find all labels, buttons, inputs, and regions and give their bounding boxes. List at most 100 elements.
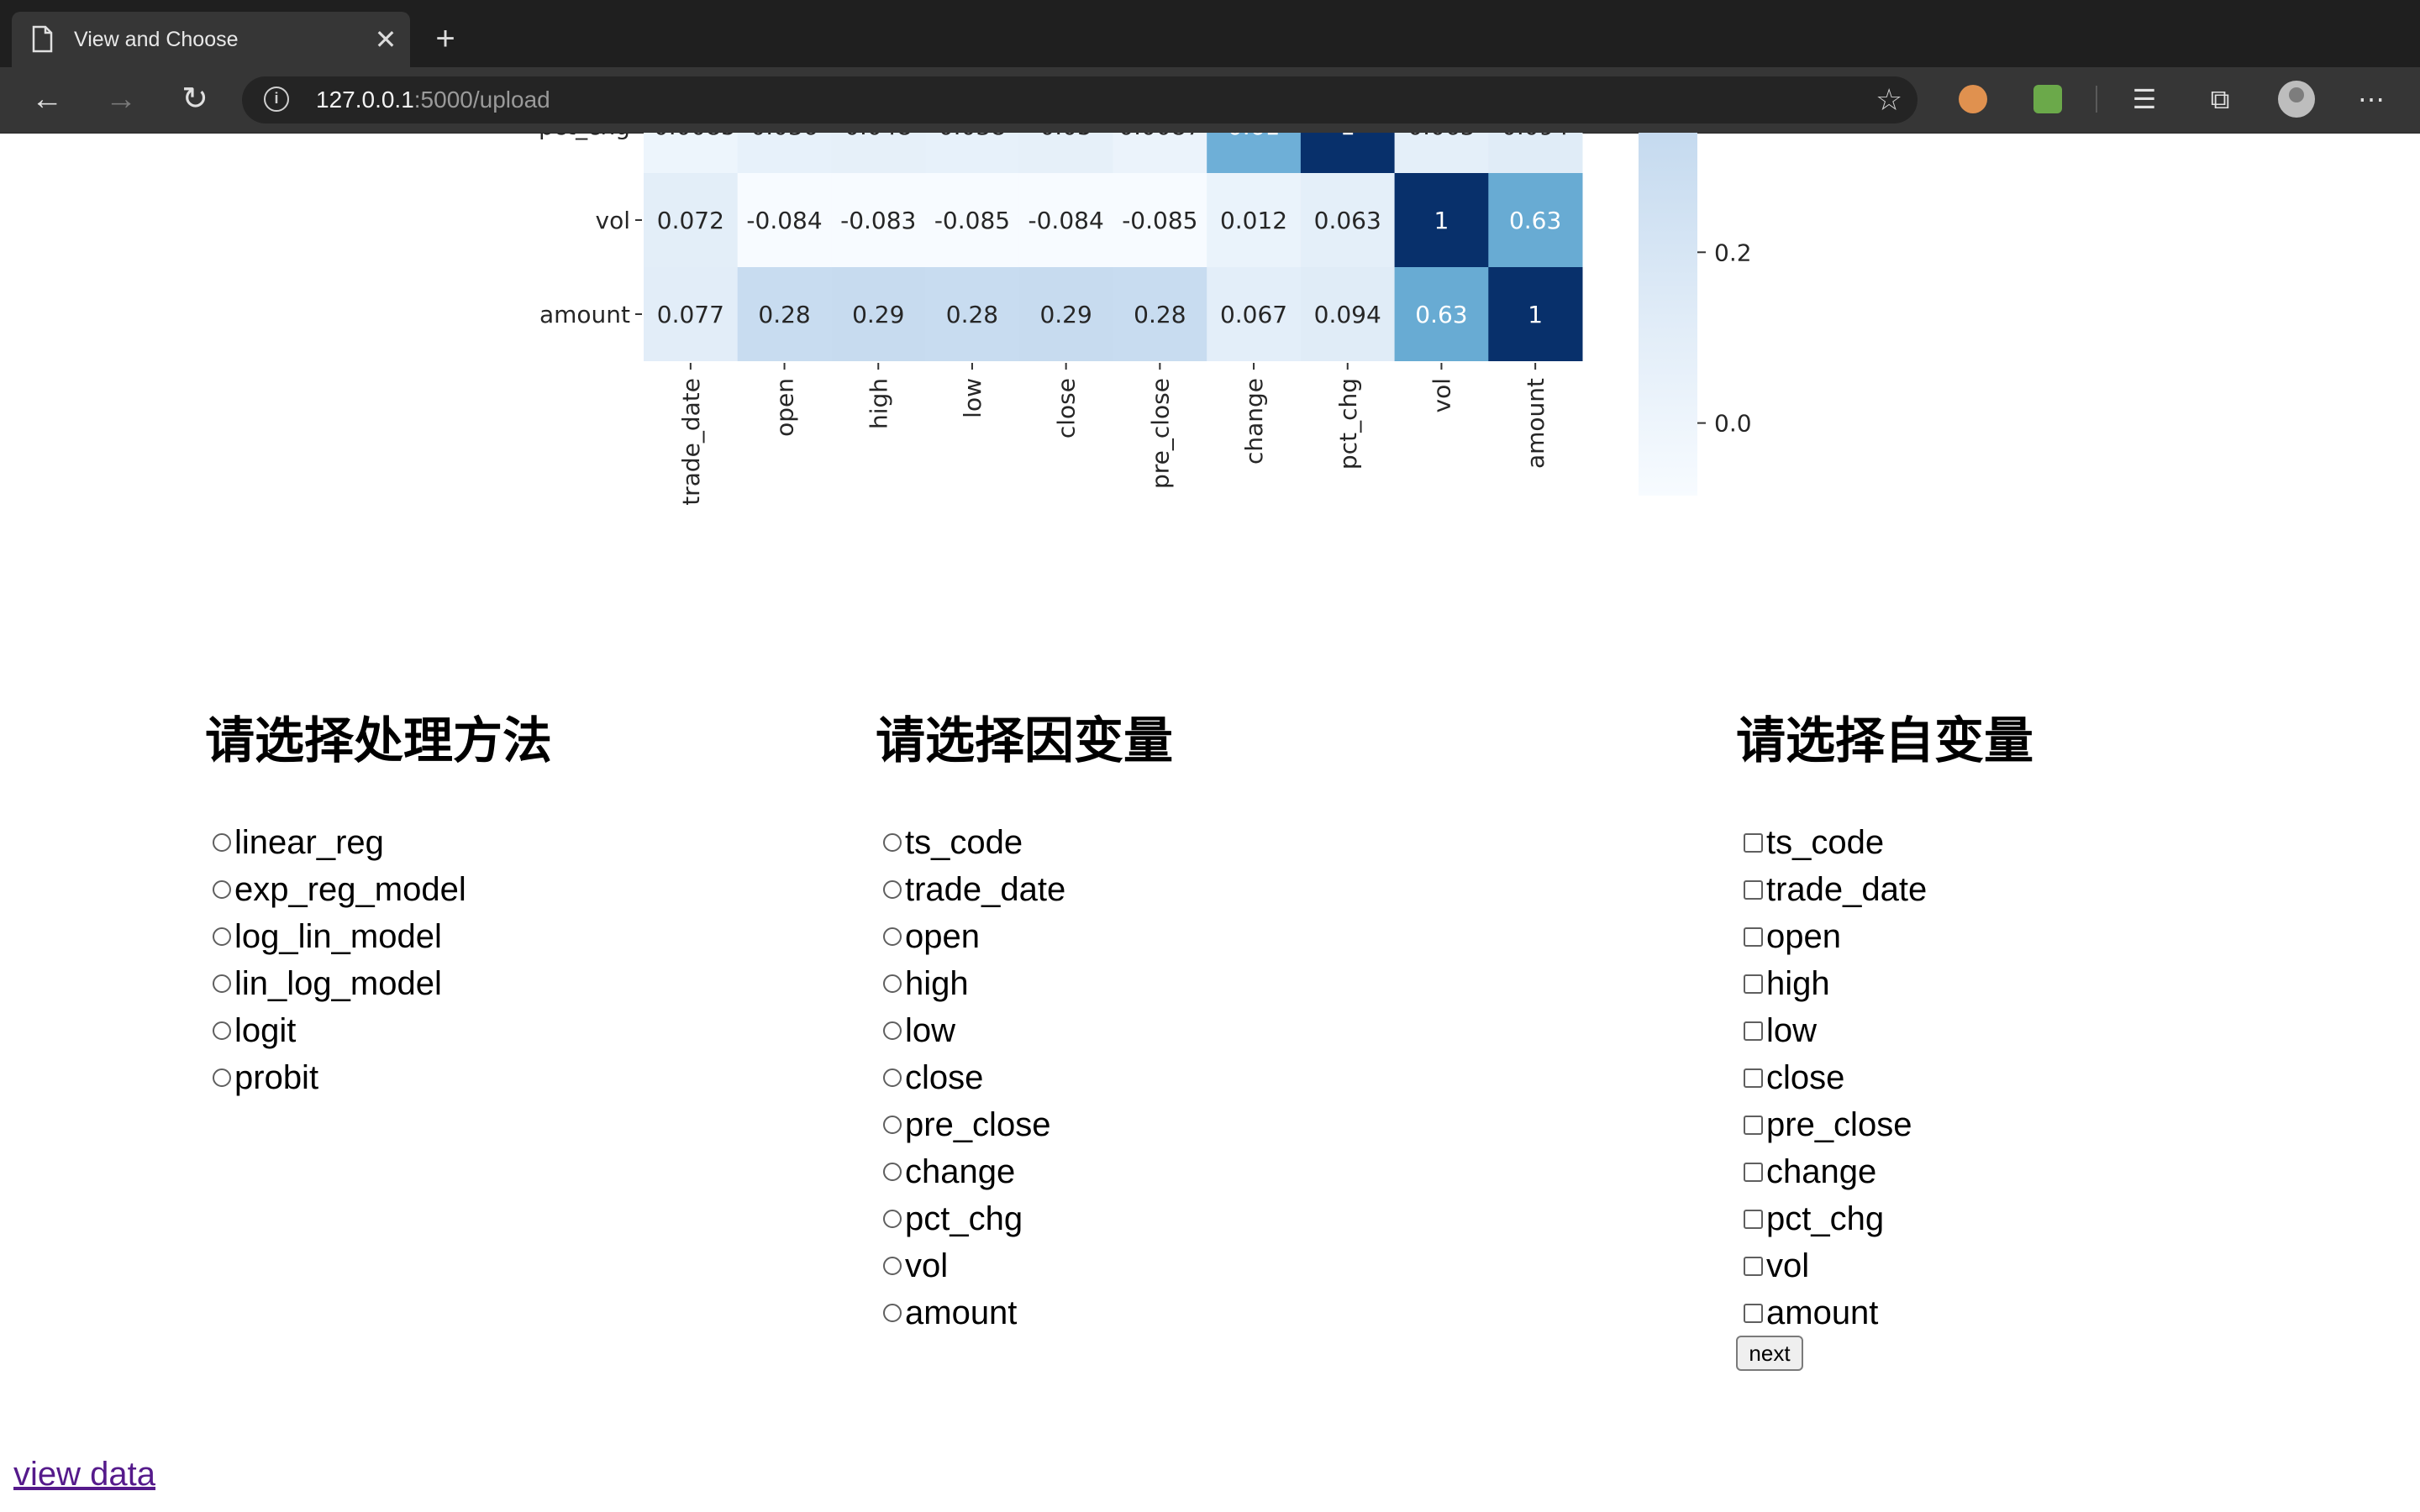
heatmap-cell-value: 0.048 [844, 133, 912, 140]
checkbox[interactable] [1744, 1303, 1763, 1323]
correlation-heatmap: -0.0085 0.036 0.048 0.038 0.05 0.0087 0.61 1 0.0… [539, 133, 1752, 506]
y-tick-label: amount [539, 301, 630, 328]
method-option[interactable]: probit [205, 1054, 318, 1101]
dependent-option[interactable]: pct_chg [876, 1195, 1023, 1242]
plus-icon[interactable]: + [429, 22, 462, 55]
dependent-option[interactable]: pre_close [876, 1101, 1050, 1148]
y-tick-label: vol [596, 207, 630, 234]
dependent-option[interactable]: open [876, 913, 980, 960]
radio-button[interactable] [213, 1021, 231, 1040]
checkbox[interactable] [1744, 927, 1763, 947]
dependent-option[interactable]: close [876, 1054, 983, 1101]
radio-button[interactable] [883, 1304, 902, 1322]
extension-icon[interactable] [2033, 85, 2062, 113]
extension-icon[interactable] [1959, 85, 1987, 113]
radio-button[interactable] [883, 880, 902, 899]
radio-button[interactable] [883, 1068, 902, 1087]
dependent-option[interactable]: change [876, 1148, 1015, 1195]
x-tick-label: amount [1522, 378, 1549, 469]
independent-option[interactable]: trade_date [1736, 866, 1927, 913]
dependent-option-label: high [905, 964, 969, 1002]
independent-option[interactable]: high [1736, 960, 1830, 1007]
dependent-heading: 请选择因变量 [876, 711, 1174, 769]
star-icon[interactable]: ☆ [1876, 81, 1902, 118]
forward-arrow-icon[interactable]: → [99, 77, 143, 121]
next-button[interactable]: next [1736, 1336, 1803, 1371]
method-option-label: lin_log_model [234, 964, 442, 1002]
method-option[interactable]: log_lin_model [205, 913, 442, 960]
checkbox[interactable] [1744, 1256, 1763, 1276]
independent-option-label: amount [1766, 1294, 1879, 1331]
browser-tab[interactable]: View and Choose ✕ [12, 12, 410, 67]
radio-button[interactable] [883, 833, 902, 852]
dependent-option-label: pct_chg [905, 1200, 1023, 1237]
favorites-list-icon[interactable]: ☰ [2126, 81, 2163, 118]
collections-icon[interactable]: ⧉ [2202, 81, 2238, 118]
radio-button[interactable] [213, 974, 231, 993]
back-arrow-icon[interactable]: ← [25, 77, 69, 121]
radio-button[interactable] [213, 880, 231, 899]
colorbar [1639, 133, 1697, 496]
heatmap-cell-value: 0.29 [852, 301, 904, 328]
independent-option[interactable]: ts_code [1736, 819, 1884, 866]
radio-button[interactable] [883, 1021, 902, 1040]
dependent-option[interactable]: trade_date [876, 866, 1065, 913]
checkbox[interactable] [1744, 1162, 1763, 1182]
dependent-option[interactable]: ts_code [876, 819, 1023, 866]
checkbox[interactable] [1744, 832, 1763, 853]
toolbar-divider [2096, 86, 2097, 113]
method-option[interactable]: logit [205, 1007, 296, 1054]
radio-button[interactable] [213, 927, 231, 946]
method-option[interactable]: exp_reg_model [205, 866, 466, 913]
independent-option[interactable]: open [1736, 913, 1841, 960]
checkbox[interactable] [1744, 974, 1763, 994]
radio-button[interactable] [213, 1068, 231, 1087]
independent-option-label: low [1766, 1011, 1818, 1049]
heatmap-cell-value: 0.094 [1502, 133, 1569, 140]
method-option[interactable]: linear_reg [205, 819, 384, 866]
independent-option-label: close [1766, 1058, 1845, 1096]
independent-option[interactable]: close [1736, 1054, 1844, 1101]
checkbox[interactable] [1744, 879, 1763, 900]
radio-button[interactable] [883, 1116, 902, 1134]
independent-option[interactable]: change [1736, 1148, 1876, 1195]
heatmap-cell-value: 1 [1340, 133, 1355, 140]
more-dots-icon[interactable]: ⋯ [2353, 81, 2390, 118]
refresh-icon[interactable]: ↻ [173, 77, 217, 121]
heatmap-cell-value: 0.63 [1509, 207, 1561, 234]
heatmap-cell-value: -0.084 [746, 207, 822, 234]
dependent-option[interactable]: high [876, 960, 969, 1007]
radio-button[interactable] [883, 974, 902, 993]
dependent-option[interactable]: vol [876, 1242, 948, 1289]
colorbar-tick-label: 0.2 [1714, 239, 1752, 266]
checkbox[interactable] [1744, 1068, 1763, 1088]
method-option[interactable]: lin_log_model [205, 960, 442, 1007]
checkbox[interactable] [1744, 1115, 1763, 1135]
independent-option[interactable]: vol [1736, 1242, 1809, 1289]
independent-option[interactable]: low [1736, 1007, 1817, 1054]
close-icon[interactable]: ✕ [373, 25, 398, 54]
checkbox[interactable] [1744, 1021, 1763, 1041]
radio-button[interactable] [883, 1210, 902, 1228]
independent-option[interactable]: pre_close [1736, 1101, 1912, 1148]
heatmap-cell-value: 0.29 [1039, 301, 1092, 328]
x-tick-label: open [771, 378, 799, 437]
radio-button[interactable] [883, 1257, 902, 1275]
dependent-option[interactable]: amount [876, 1289, 1017, 1336]
view-data-link[interactable]: view data [13, 1452, 155, 1497]
dependent-option-label: open [905, 917, 980, 955]
x-tick-label: low [959, 378, 986, 418]
radio-button[interactable] [883, 927, 902, 946]
radio-button[interactable] [883, 1163, 902, 1181]
dependent-option[interactable]: low [876, 1007, 955, 1054]
page-icon [32, 25, 53, 53]
dependent-option-label: vol [905, 1247, 949, 1284]
dependent-option-label: low [905, 1011, 956, 1049]
heatmap-cell-value: 0.063 [1314, 207, 1381, 234]
info-icon[interactable]: i [264, 87, 289, 112]
independent-option[interactable]: pct_chg [1736, 1195, 1884, 1242]
checkbox[interactable] [1744, 1209, 1763, 1229]
independent-option[interactable]: amount [1736, 1289, 1878, 1336]
url-text[interactable]: 127.0.0.1:5000/upload [316, 85, 550, 115]
radio-button[interactable] [213, 833, 231, 852]
